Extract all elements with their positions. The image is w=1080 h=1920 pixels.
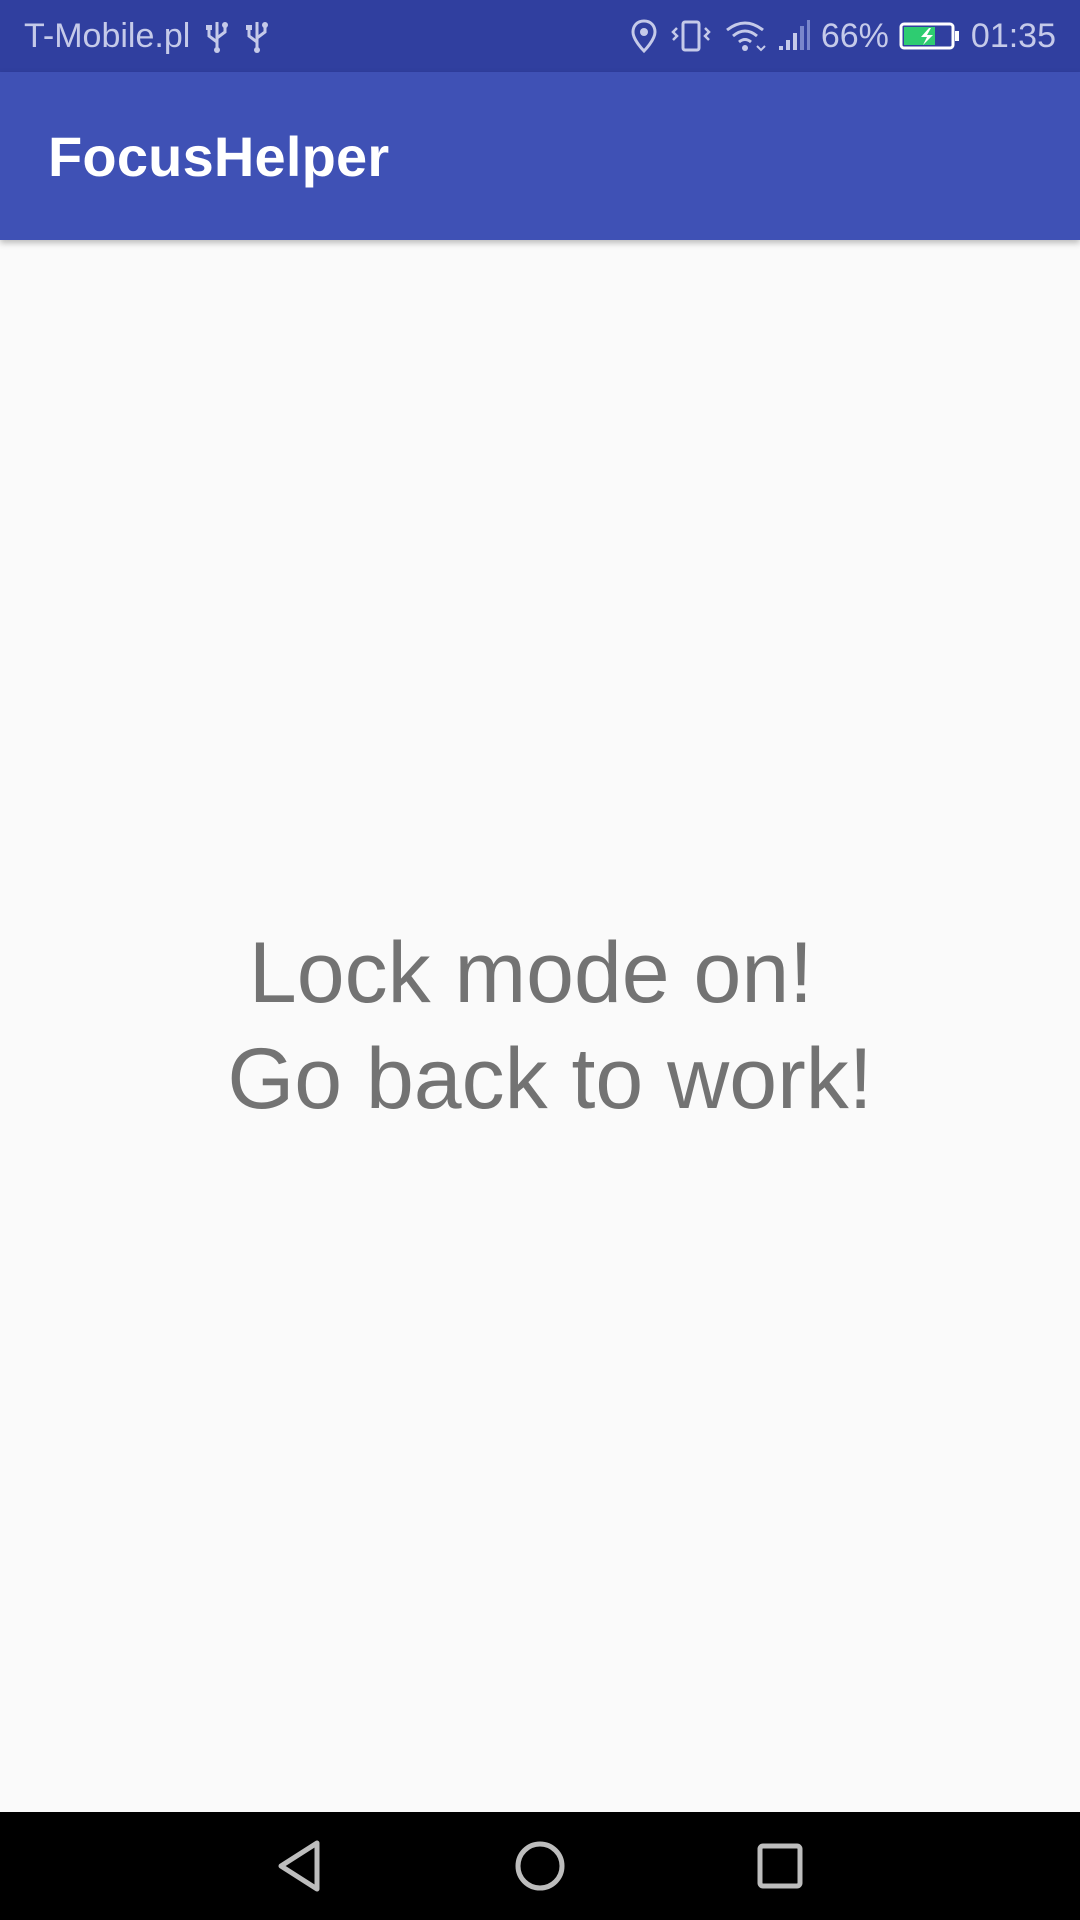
lock-message-line1: Lock mode on! <box>248 925 814 1021</box>
status-bar: T-Mobile.pl 66% 01:35 <box>0 0 1080 72</box>
location-icon <box>629 18 659 54</box>
navigation-bar <box>0 1812 1080 1920</box>
clock: 01:35 <box>970 16 1056 55</box>
app-bar: FocusHelper <box>0 72 1080 240</box>
battery-charging-icon <box>899 18 961 54</box>
status-left: T-Mobile.pl <box>24 17 270 56</box>
usb-icon <box>244 18 270 54</box>
main-content: Lock mode on! Go back to work! <box>0 240 1080 1812</box>
signal-icon <box>777 18 811 54</box>
lock-message-line2: Go back to work! <box>227 1031 873 1127</box>
back-button[interactable] <box>270 1836 330 1896</box>
carrier-name: T-Mobile.pl <box>24 16 191 55</box>
back-icon <box>278 1840 320 1892</box>
home-icon <box>515 1841 565 1891</box>
battery-percent: 66% <box>820 16 889 55</box>
wifi-icon <box>723 18 767 54</box>
recents-icon <box>757 1843 803 1889</box>
status-right: 66% 01:35 <box>629 17 1056 56</box>
vibrate-icon <box>669 18 713 54</box>
home-button[interactable] <box>510 1836 570 1896</box>
usb-icon <box>204 18 230 54</box>
lock-message: Lock mode on! Go back to work! <box>227 920 872 1132</box>
app-title: FocusHelper <box>48 124 390 188</box>
recents-button[interactable] <box>750 1836 810 1896</box>
